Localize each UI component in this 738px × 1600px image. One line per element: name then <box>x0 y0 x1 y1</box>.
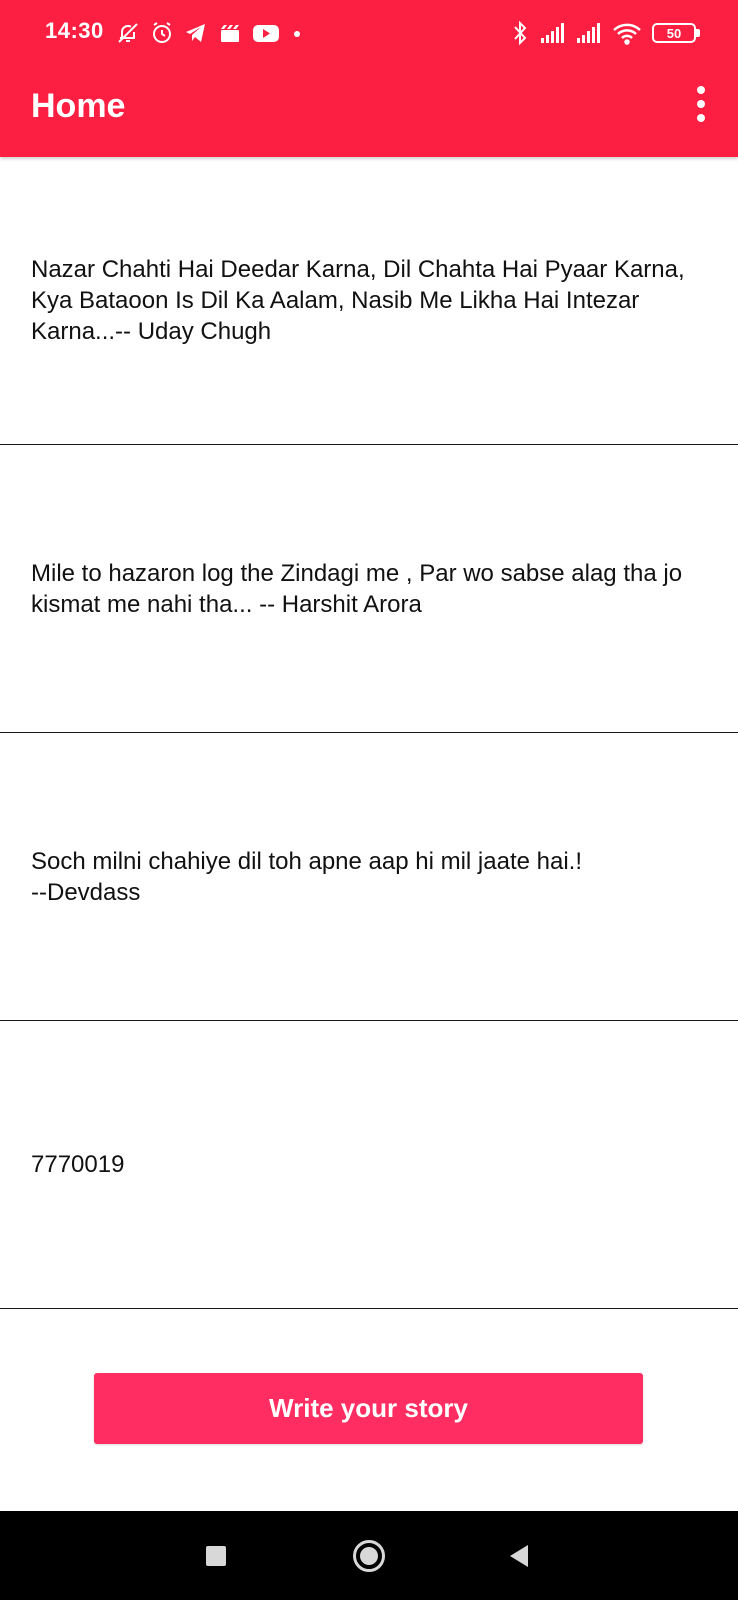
battery-level: 50 <box>652 23 696 43</box>
list-item[interactable]: 7770019 <box>0 1021 738 1309</box>
list-item[interactable]: Nazar Chahti Hai Deedar Karna, Dil Chaht… <box>0 157 738 445</box>
system-nav-bar <box>0 1511 738 1600</box>
status-bar: 14:30 50 <box>0 0 738 66</box>
story-text: Soch milni chahiye dil toh apne aap hi m… <box>31 847 582 906</box>
youtube-icon <box>253 25 279 42</box>
status-notification-icons <box>116 19 304 47</box>
write-story-button[interactable]: Write your story <box>94 1373 643 1444</box>
list-item[interactable]: Mile to hazaron log the Zindagi me , Par… <box>0 445 738 733</box>
back-icon[interactable] <box>508 1544 530 1568</box>
recents-icon[interactable] <box>206 1546 226 1566</box>
story-list: Nazar Chahti Hai Deedar Karna, Dil Chaht… <box>0 157 738 1309</box>
list-item[interactable]: Soch milni chahiye dil toh apne aap hi m… <box>0 733 738 1021</box>
status-system-icons: 50 <box>510 19 700 47</box>
app-header: 14:30 50 Home <box>0 0 738 157</box>
story-text: Nazar Chahti Hai Deedar Karna, Dil Chaht… <box>31 256 685 345</box>
signal-icon <box>577 23 600 43</box>
bluetooth-icon <box>514 20 527 46</box>
dot-icon <box>294 31 300 37</box>
more-vert-icon[interactable] <box>684 84 718 124</box>
bell-off-icon <box>118 23 138 43</box>
status-time: 14:30 <box>45 18 104 43</box>
battery-indicator: 50 <box>652 21 700 45</box>
home-icon[interactable] <box>353 1540 385 1572</box>
telegram-icon <box>186 24 205 42</box>
signal-icon <box>541 23 564 43</box>
page-title: Home <box>31 87 126 125</box>
story-text: Mile to hazaron log the Zindagi me , Par… <box>31 559 683 618</box>
wifi-icon <box>613 23 641 45</box>
alarm-icon <box>153 22 171 43</box>
story-text: 7770019 <box>31 1151 125 1178</box>
clapper-icon <box>221 25 239 42</box>
toolbar: Home <box>0 66 738 157</box>
